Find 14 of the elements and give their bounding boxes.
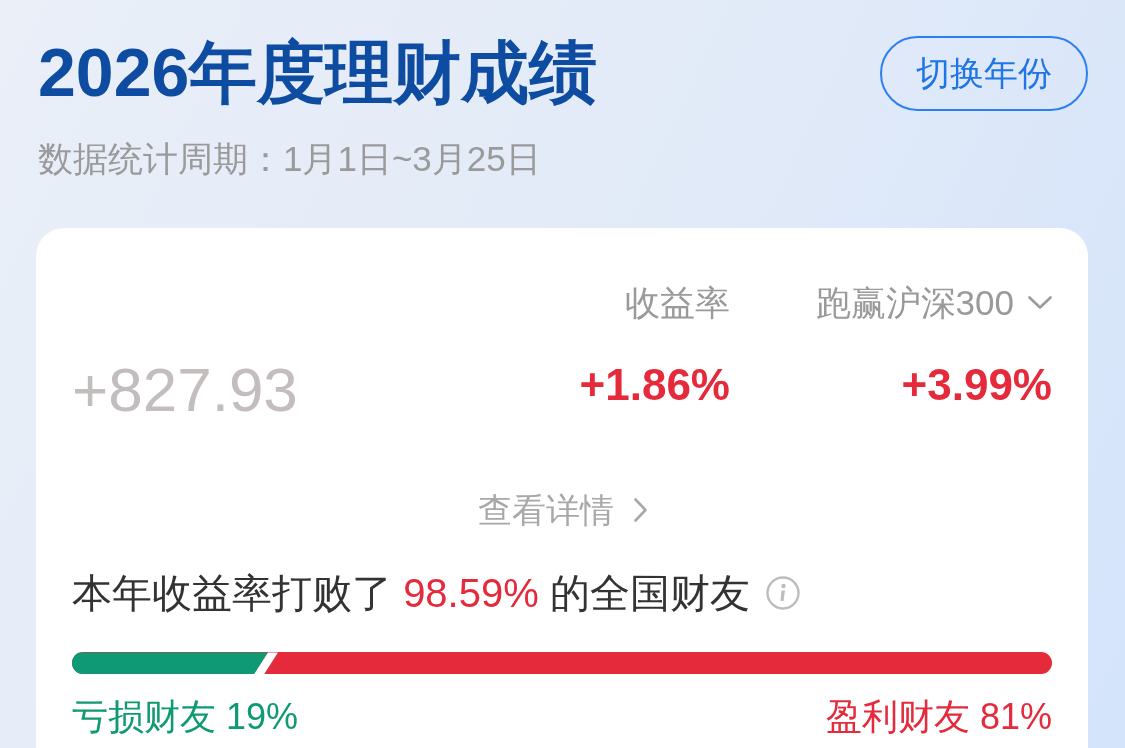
losing-share-label: 亏损财友 19% bbox=[72, 695, 299, 739]
winning-share-label: 盈利财友 81% bbox=[825, 695, 1052, 739]
metric-value: +3.99% bbox=[900, 358, 1052, 411]
benchmark-selector[interactable]: 跑赢沪深300 bbox=[792, 281, 1052, 324]
chevron-right-icon bbox=[633, 498, 647, 522]
info-icon[interactable] bbox=[765, 576, 800, 611]
switch-year-button[interactable]: 切换年份 bbox=[880, 36, 1088, 111]
metric-label: 收益率 bbox=[624, 281, 730, 324]
amount-value: +827.93 bbox=[72, 358, 299, 421]
metric-value: +1.86% bbox=[578, 358, 730, 411]
page-title: 2026年度理财成绩 bbox=[38, 33, 598, 112]
details-link[interactable]: 查看详情 bbox=[477, 489, 647, 531]
ranking-sentence: 本年收益率打败了 98.59% 的全国财友 bbox=[72, 570, 750, 618]
period-text: 数据统计周期：1月1日~3月25日 bbox=[38, 137, 542, 180]
